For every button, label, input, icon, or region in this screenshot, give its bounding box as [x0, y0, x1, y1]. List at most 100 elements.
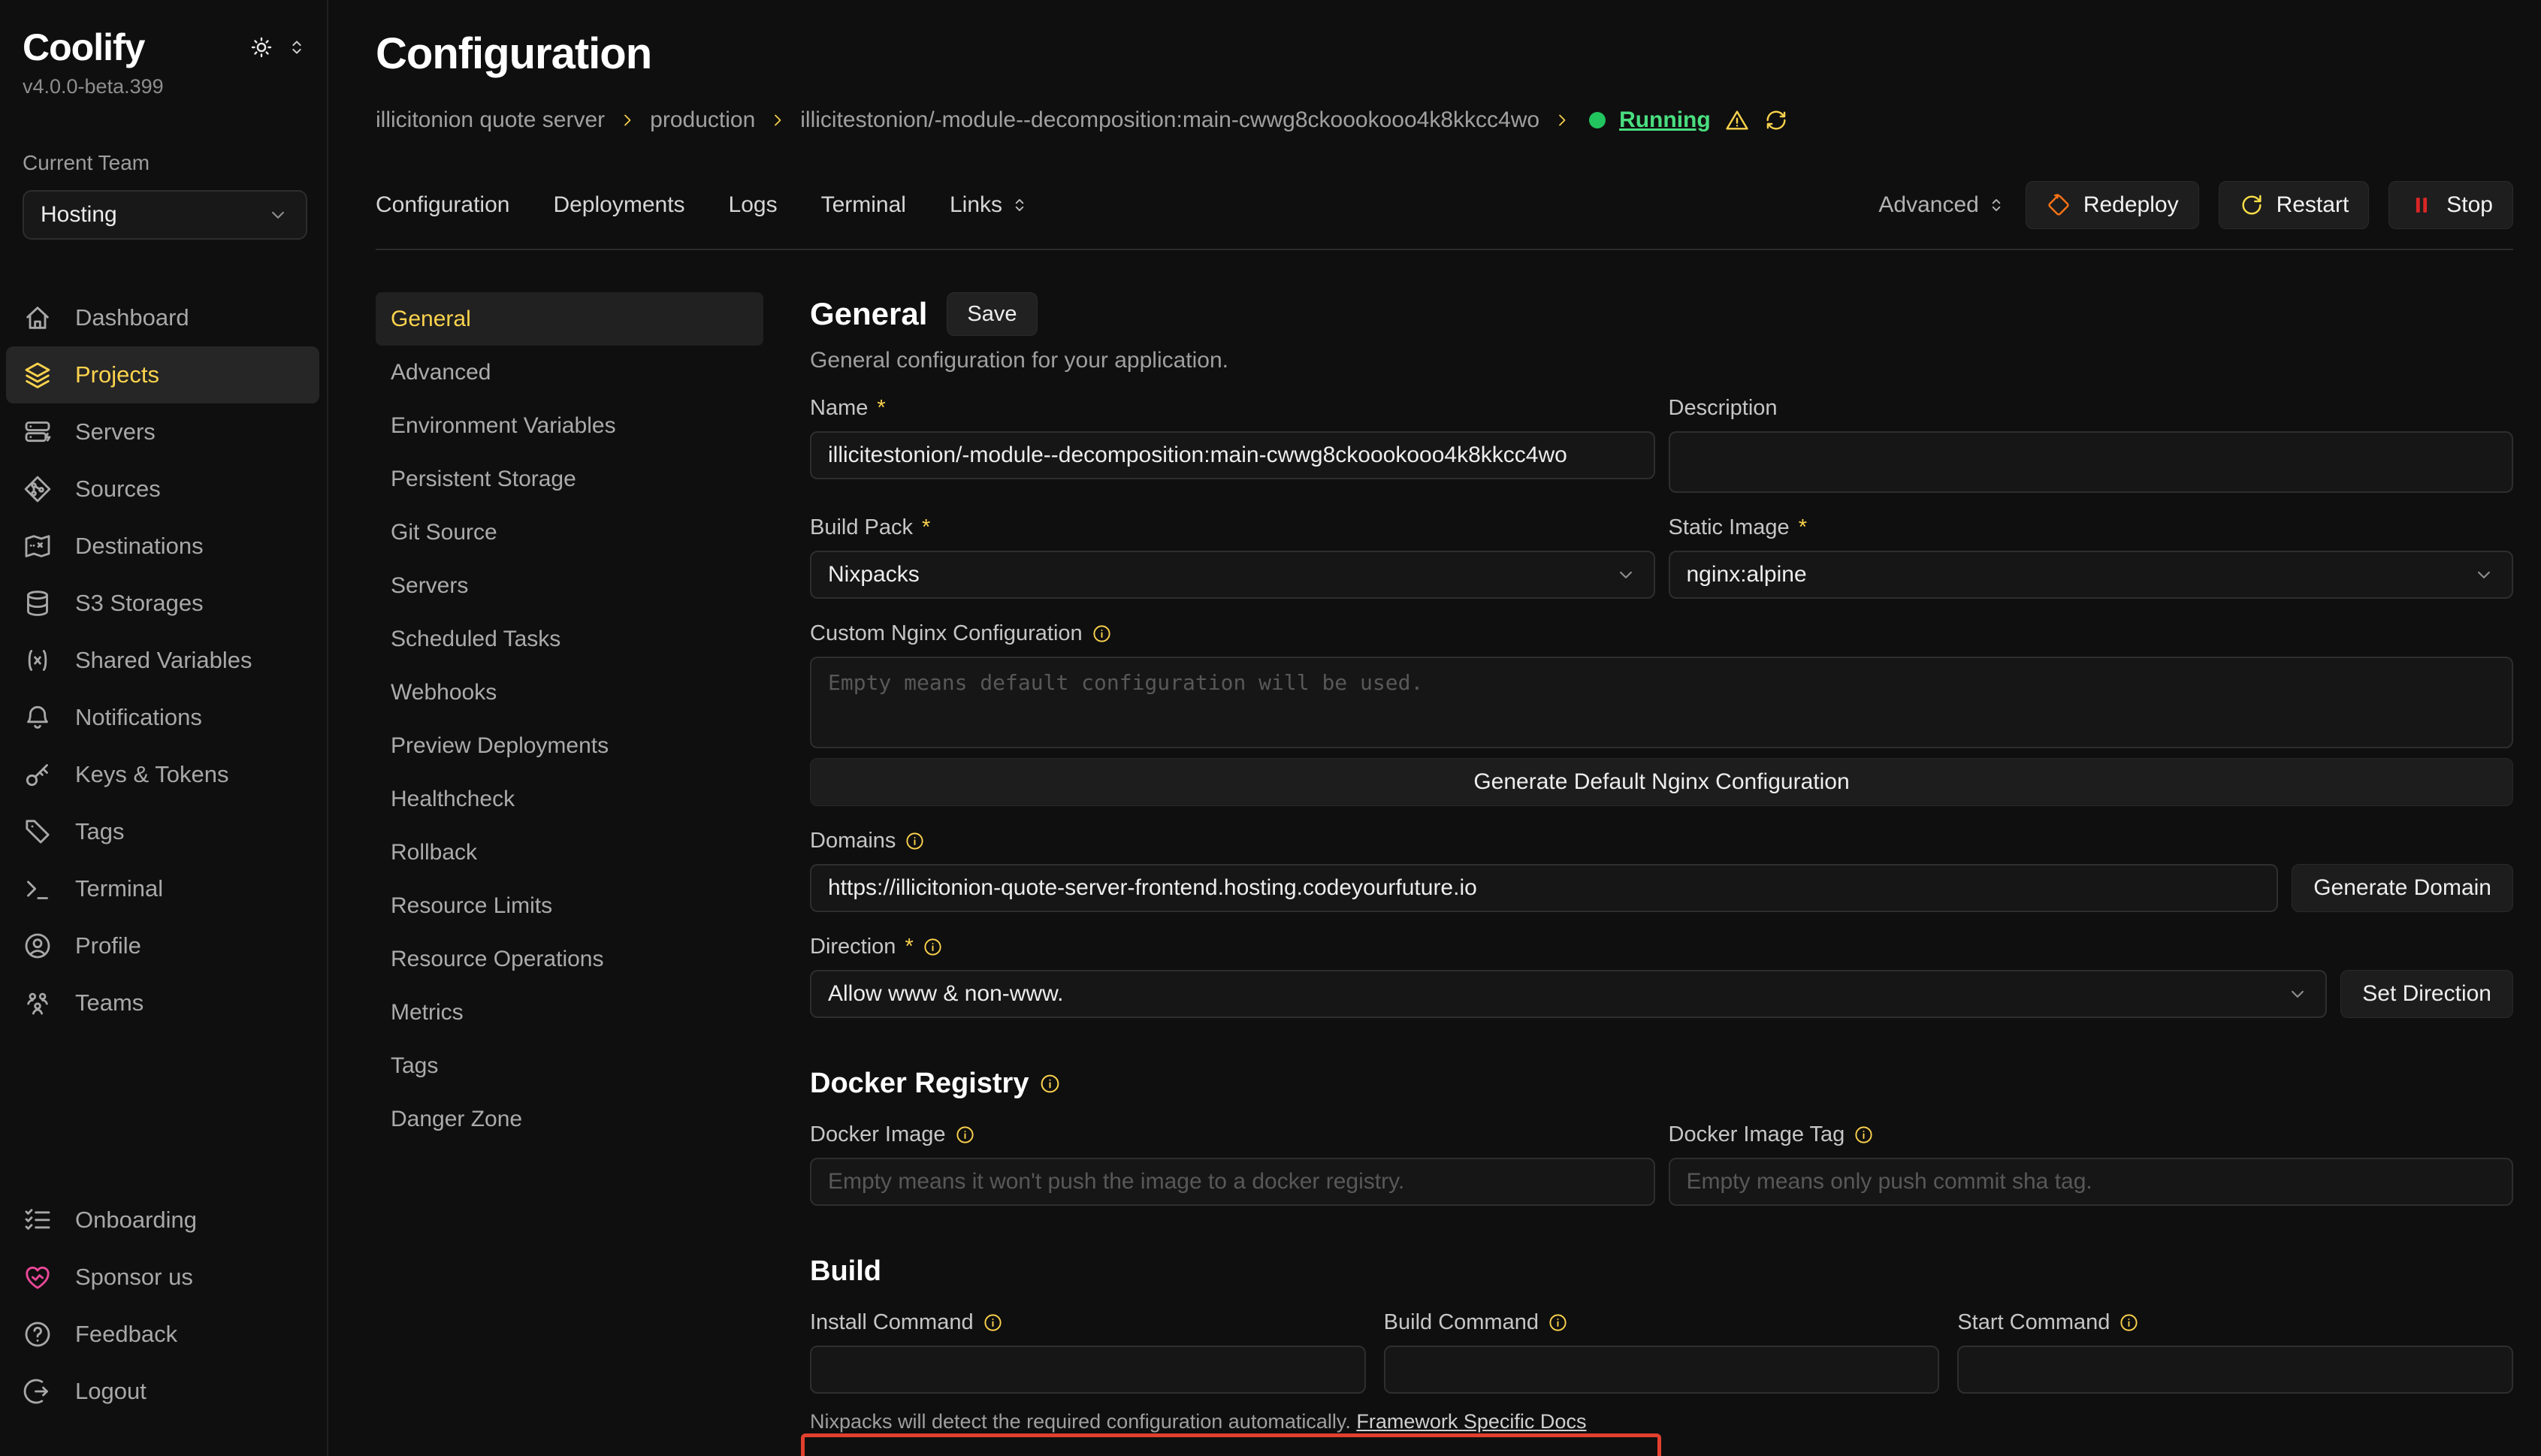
subnav-item-general[interactable]: General — [376, 292, 763, 346]
general-settings-panel: General Save General configuration for y… — [810, 292, 2513, 1456]
tab-deployments[interactable]: Deployments — [553, 192, 684, 218]
tab-configuration[interactable]: Configuration — [376, 192, 509, 218]
subnav-item-healthcheck[interactable]: Healthcheck — [376, 772, 763, 826]
static-image-select[interactable]: nginx:alpine — [1669, 551, 2514, 599]
chevrons-up-down-icon — [1987, 195, 2006, 215]
install-command-label: Install Command — [810, 1310, 1366, 1335]
install-command-input[interactable] — [810, 1346, 1366, 1394]
status-running-link[interactable]: Running — [1619, 107, 1711, 133]
info-icon[interactable] — [1092, 624, 1112, 644]
team-select[interactable]: Hosting — [23, 190, 307, 240]
docker-image-tag-input[interactable] — [1669, 1158, 2514, 1206]
chevron-down-icon — [1615, 563, 1637, 586]
subnav-item-resource-limits[interactable]: Resource Limits — [376, 879, 763, 932]
sidebar-item-sponsor[interactable]: Sponsor us — [6, 1249, 319, 1306]
generate-nginx-button[interactable]: Generate Default Nginx Configuration — [810, 758, 2513, 806]
tab-links[interactable]: Links — [950, 192, 1029, 218]
info-icon[interactable] — [983, 1313, 1003, 1333]
start-command-input[interactable] — [1957, 1346, 2513, 1394]
sidebar-item-notifications[interactable]: Notifications — [6, 689, 319, 746]
sidebar-item-keys-tokens[interactable]: Keys & Tokens — [6, 746, 319, 803]
main-area: Configuration illicitonion quote server … — [328, 0, 2541, 1456]
chevron-down-icon — [2473, 563, 2495, 586]
save-button[interactable]: Save — [947, 292, 1037, 336]
advanced-menu[interactable]: Advanced — [1878, 192, 2005, 218]
domains-label: Domains — [810, 829, 2513, 853]
sidebar-item-feedback[interactable]: Feedback — [6, 1306, 319, 1363]
key-icon — [23, 760, 53, 790]
stop-button[interactable]: Stop — [2388, 181, 2513, 229]
subnav-item-danger-zone[interactable]: Danger Zone — [376, 1092, 763, 1146]
generate-domain-button[interactable]: Generate Domain — [2292, 864, 2513, 912]
build-command-input[interactable] — [1384, 1346, 1940, 1394]
breadcrumb-environment[interactable]: production — [650, 107, 755, 133]
custom-nginx-textarea[interactable] — [810, 657, 2513, 748]
info-icon[interactable] — [955, 1125, 975, 1145]
direction-label: Direction* — [810, 935, 2513, 959]
app-version: v4.0.0-beta.399 — [23, 75, 307, 98]
users-icon — [23, 988, 53, 1018]
description-input[interactable] — [1669, 431, 2514, 493]
sidebar-item-s3-storages[interactable]: S3 Storages — [6, 575, 319, 632]
subnav-item-resource-operations[interactable]: Resource Operations — [376, 932, 763, 986]
sidebar-item-logout[interactable]: Logout — [6, 1363, 319, 1420]
info-icon[interactable] — [1039, 1073, 1061, 1095]
domains-input[interactable] — [810, 864, 2278, 912]
sidebar-item-shared-variables[interactable]: Shared Variables — [6, 632, 319, 689]
subnav-item-environment-variables[interactable]: Environment Variables — [376, 399, 763, 452]
variables-icon — [23, 645, 53, 675]
info-icon[interactable] — [905, 831, 925, 851]
database-icon — [23, 588, 53, 618]
sidebar-footer-nav: Onboarding Sponsor us Feedback Logout — [23, 1192, 307, 1420]
build-pack-label: Build Pack* — [810, 515, 1655, 540]
sidebar-item-destinations[interactable]: Destinations — [6, 518, 319, 575]
breadcrumb: illicitonion quote server production ill… — [376, 107, 2513, 133]
tab-terminal[interactable]: Terminal — [821, 192, 906, 218]
sidebar-item-terminal[interactable]: Terminal — [6, 860, 319, 917]
subnav-item-persistent-storage[interactable]: Persistent Storage — [376, 452, 763, 506]
subnav-item-rollback[interactable]: Rollback — [376, 826, 763, 879]
chevron-right-icon — [1553, 111, 1571, 129]
sidebar-item-onboarding[interactable]: Onboarding — [6, 1192, 319, 1249]
sidebar-item-dashboard[interactable]: Dashboard — [6, 289, 319, 346]
subnav-item-git-source[interactable]: Git Source — [376, 506, 763, 559]
theme-selector-chevrons-icon[interactable] — [286, 37, 307, 58]
info-icon[interactable] — [923, 937, 943, 957]
sidebar-item-projects[interactable]: Projects — [6, 346, 319, 403]
theme-toggle-sun-icon[interactable] — [249, 35, 274, 60]
tab-logs[interactable]: Logs — [729, 192, 778, 218]
sidebar-item-teams[interactable]: Teams — [6, 974, 319, 1032]
name-input[interactable] — [810, 431, 1655, 479]
tabbar: Configuration Deployments Logs Terminal … — [376, 181, 2513, 229]
subnav-item-tags[interactable]: Tags — [376, 1039, 763, 1092]
sidebar-item-profile[interactable]: Profile — [6, 917, 319, 974]
subnav-item-advanced[interactable]: Advanced — [376, 346, 763, 399]
docker-image-tag-label: Docker Image Tag — [1669, 1122, 2514, 1147]
direction-select[interactable]: Allow www & non-www. — [810, 970, 2327, 1018]
refresh-status-icon[interactable] — [1763, 107, 1789, 133]
set-direction-button[interactable]: Set Direction — [2340, 970, 2513, 1018]
info-icon[interactable] — [2119, 1313, 2139, 1333]
restart-button[interactable]: Restart — [2219, 181, 2370, 229]
build-pack-select[interactable]: Nixpacks — [810, 551, 1655, 599]
subnav-item-servers[interactable]: Servers — [376, 559, 763, 612]
warning-icon[interactable] — [1724, 107, 1750, 133]
build-command-label: Build Command — [1384, 1310, 1940, 1335]
subnav-item-scheduled-tasks[interactable]: Scheduled Tasks — [376, 612, 763, 666]
redeploy-button[interactable]: Redeploy — [2026, 181, 2199, 229]
docker-image-input[interactable] — [810, 1158, 1655, 1206]
sidebar-item-sources[interactable]: Sources — [6, 461, 319, 518]
breadcrumb-application[interactable]: illicitestonion/-module--decomposition:m… — [800, 107, 1539, 133]
brand-logo[interactable]: Coolify — [23, 26, 144, 69]
subnav-item-metrics[interactable]: Metrics — [376, 986, 763, 1039]
subnav-item-preview-deployments[interactable]: Preview Deployments — [376, 719, 763, 772]
build-heading: Build — [810, 1255, 2513, 1288]
sidebar-item-tags[interactable]: Tags — [6, 803, 319, 860]
breadcrumb-project[interactable]: illicitonion quote server — [376, 107, 605, 133]
sidebar-item-servers[interactable]: Servers — [6, 403, 319, 461]
info-icon[interactable] — [1854, 1125, 1874, 1145]
heart-icon — [23, 1262, 53, 1292]
subnav-item-webhooks[interactable]: Webhooks — [376, 666, 763, 719]
info-icon[interactable] — [1548, 1313, 1568, 1333]
framework-docs-link[interactable]: Framework Specific Docs — [1356, 1410, 1586, 1433]
